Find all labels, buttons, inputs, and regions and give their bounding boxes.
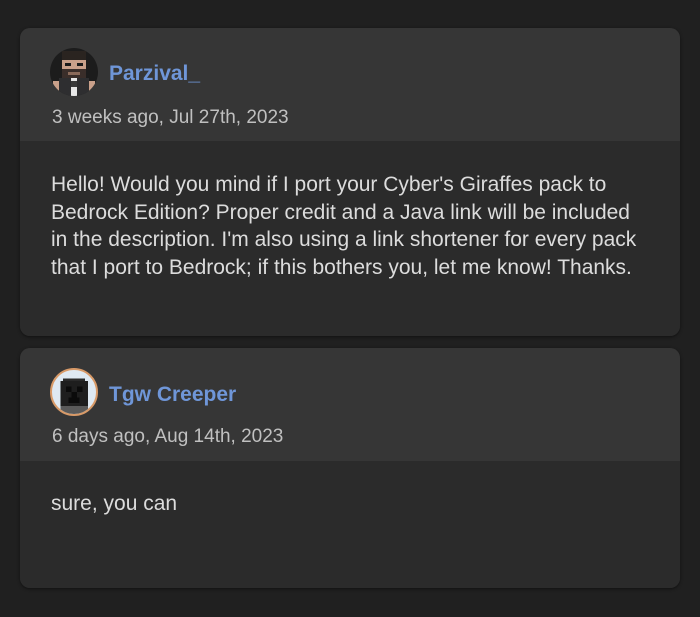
comment-header: Tgw Creeper 6 days ago, Aug 14th, 2023 xyxy=(20,348,680,461)
user-avatar[interactable] xyxy=(50,48,98,96)
creeper-head-avatar-icon xyxy=(52,370,96,414)
username-link[interactable]: Parzival_ xyxy=(109,62,200,86)
comment-text: Hello! Would you mind if I port your Cyb… xyxy=(20,141,680,336)
user-avatar[interactable] xyxy=(50,368,98,416)
pixel-character-avatar-icon xyxy=(50,48,98,96)
comment-card: Tgw Creeper 6 days ago, Aug 14th, 2023 s… xyxy=(20,348,680,588)
comment-timestamp: 6 days ago, Aug 14th, 2023 xyxy=(52,426,284,447)
comment-header: Parzival_ 3 weeks ago, Jul 27th, 2023 xyxy=(20,28,680,141)
comment-timestamp: 3 weeks ago, Jul 27th, 2023 xyxy=(52,107,289,128)
comment-text: sure, you can xyxy=(20,461,680,588)
comment-card: Parzival_ 3 weeks ago, Jul 27th, 2023 He… xyxy=(20,28,680,336)
username-link[interactable]: Tgw Creeper xyxy=(109,383,236,407)
